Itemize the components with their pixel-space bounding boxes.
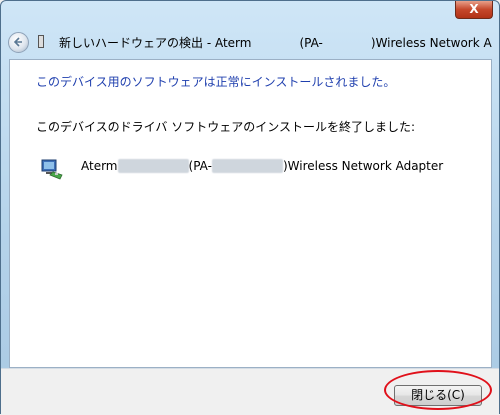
title-bar: 新しいハードウェアの検出 - Aterm (PA- )Wireless Netw… — [1, 25, 499, 59]
success-heading: このデバイス用のソフトウェアは正常にインストールされました。 — [36, 75, 396, 89]
device-name: Atermxxxxxxxxxx(PA-xxxxxxxxxx)Wireless N… — [81, 159, 444, 173]
close-button[interactable]: 閉じる(C) — [394, 385, 482, 406]
window-close-button[interactable]: X — [455, 1, 493, 19]
wizard-icon — [38, 35, 44, 48]
network-adapter-icon — [41, 159, 63, 180]
window-title: 新しいハードウェアの検出 - Aterm (PA- )Wireless Netw… — [59, 36, 492, 50]
content-panel: このデバイス用のソフトウェアは正常にインストールされました。 このデバイスのドラ… — [9, 59, 492, 368]
back-button[interactable] — [8, 32, 29, 53]
wizard-window: X 新しいハードウェアの検出 - Aterm (PA- )Wireless Ne… — [0, 0, 500, 415]
completion-description: このデバイスのドライバ ソフトウェアのインストールを終了しました: — [36, 120, 416, 134]
back-arrow-icon — [13, 37, 22, 47]
